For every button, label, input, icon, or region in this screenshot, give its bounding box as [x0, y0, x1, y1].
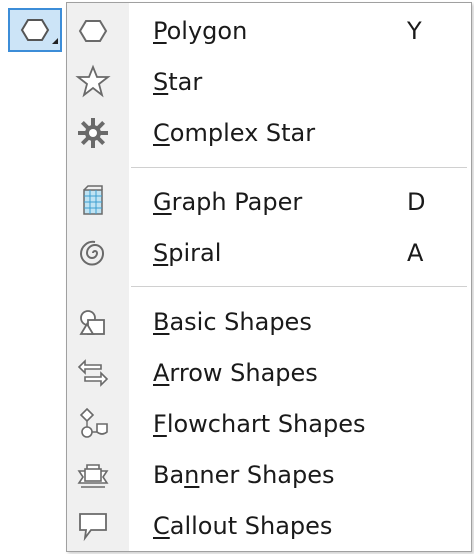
flyout-triangle-icon [52, 38, 58, 44]
flowchart-shapes-icon [75, 406, 111, 442]
polygon-icon [75, 13, 111, 49]
basic-shapes-icon [75, 304, 111, 340]
menu-item-complex-star[interactable]: Complex Star [67, 108, 471, 158]
callout-shapes-icon [75, 508, 111, 544]
menu-item-flowchart-shapes[interactable]: Flowchart Shapes [67, 399, 471, 449]
menu-item-label: Polygon [153, 17, 248, 45]
menu-item-label: Arrow Shapes [153, 359, 318, 387]
menu-item-star[interactable]: Star [67, 57, 471, 107]
menu-item-callout-shapes[interactable]: Callout Shapes [67, 501, 471, 551]
shape-tools-flyout-menu: Polygon Y Star Complex Star Graph Paper D Sp… [66, 2, 472, 552]
menu-item-shortcut: D [407, 188, 426, 216]
spiral-icon [75, 235, 111, 271]
menu-item-label: Spiral [153, 239, 222, 267]
menu-item-shortcut: Y [407, 17, 422, 45]
graph-paper-icon [75, 184, 111, 220]
polygon-tool-icon [20, 19, 58, 44]
menu-item-graph-paper[interactable]: Graph Paper D [67, 177, 471, 227]
menu-item-label: Banner Shapes [153, 461, 335, 489]
menu-item-basic-shapes[interactable]: Basic Shapes [67, 297, 471, 347]
arrow-shapes-icon [75, 355, 111, 391]
menu-item-label: Basic Shapes [153, 308, 312, 336]
menu-item-spiral[interactable]: Spiral A [67, 228, 471, 278]
menu-separator [131, 167, 467, 169]
polygon-tool-button[interactable] [8, 8, 62, 52]
menu-item-arrow-shapes[interactable]: Arrow Shapes [67, 348, 471, 398]
menu-item-polygon[interactable]: Polygon Y [67, 6, 471, 56]
menu-item-label: Callout Shapes [153, 512, 333, 540]
menu-item-label: Star [153, 68, 203, 96]
menu-item-label: Complex Star [153, 119, 316, 147]
menu-item-label: Flowchart Shapes [153, 410, 366, 438]
menu-item-shortcut: A [407, 239, 424, 267]
star-icon [75, 64, 111, 100]
banner-shapes-icon [75, 457, 111, 493]
complex-star-icon [75, 115, 111, 151]
menu-item-label: Graph Paper [153, 188, 303, 216]
menu-separator [131, 286, 467, 288]
menu-item-banner-shapes[interactable]: Banner Shapes [67, 450, 471, 500]
